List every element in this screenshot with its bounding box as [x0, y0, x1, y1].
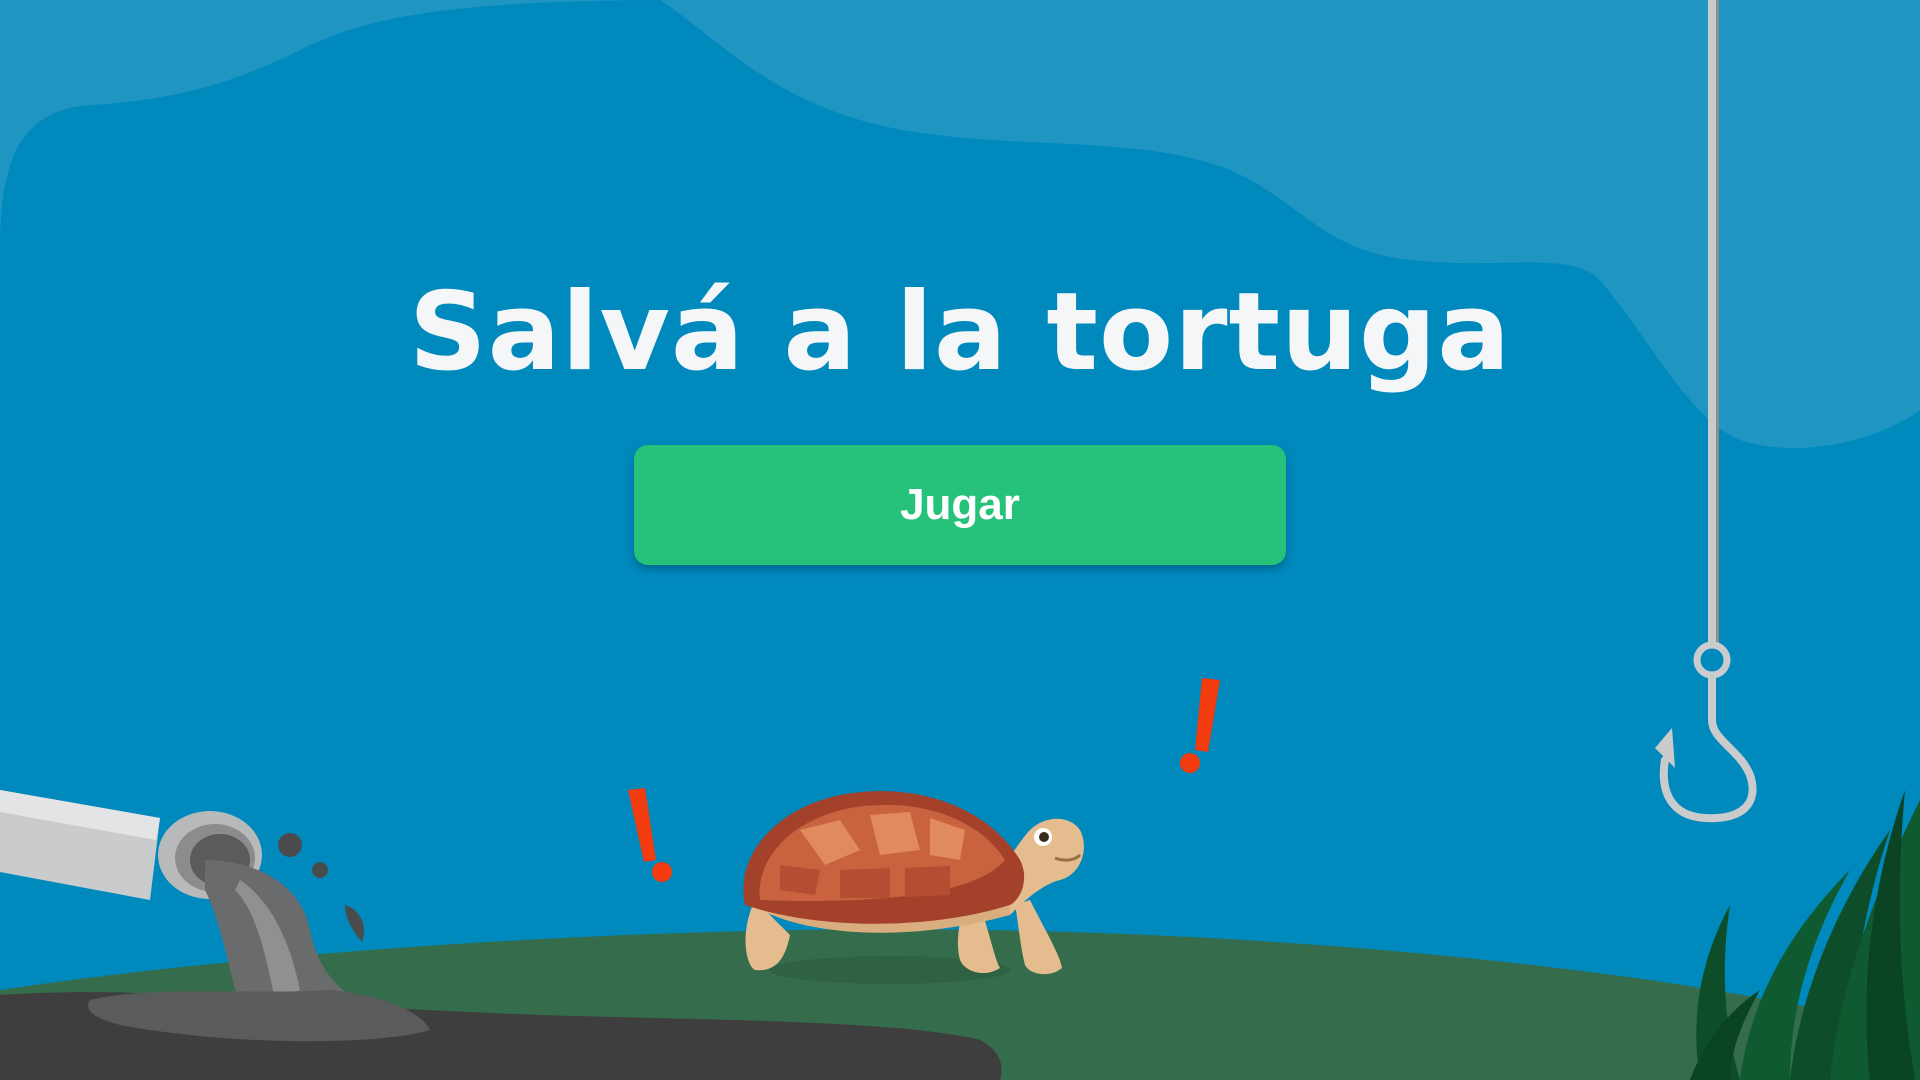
game-scene: Salvá a la tortuga Jugar [0, 0, 1920, 1080]
play-button[interactable]: Jugar [634, 445, 1286, 565]
game-title: Salvá a la tortuga [408, 270, 1512, 395]
